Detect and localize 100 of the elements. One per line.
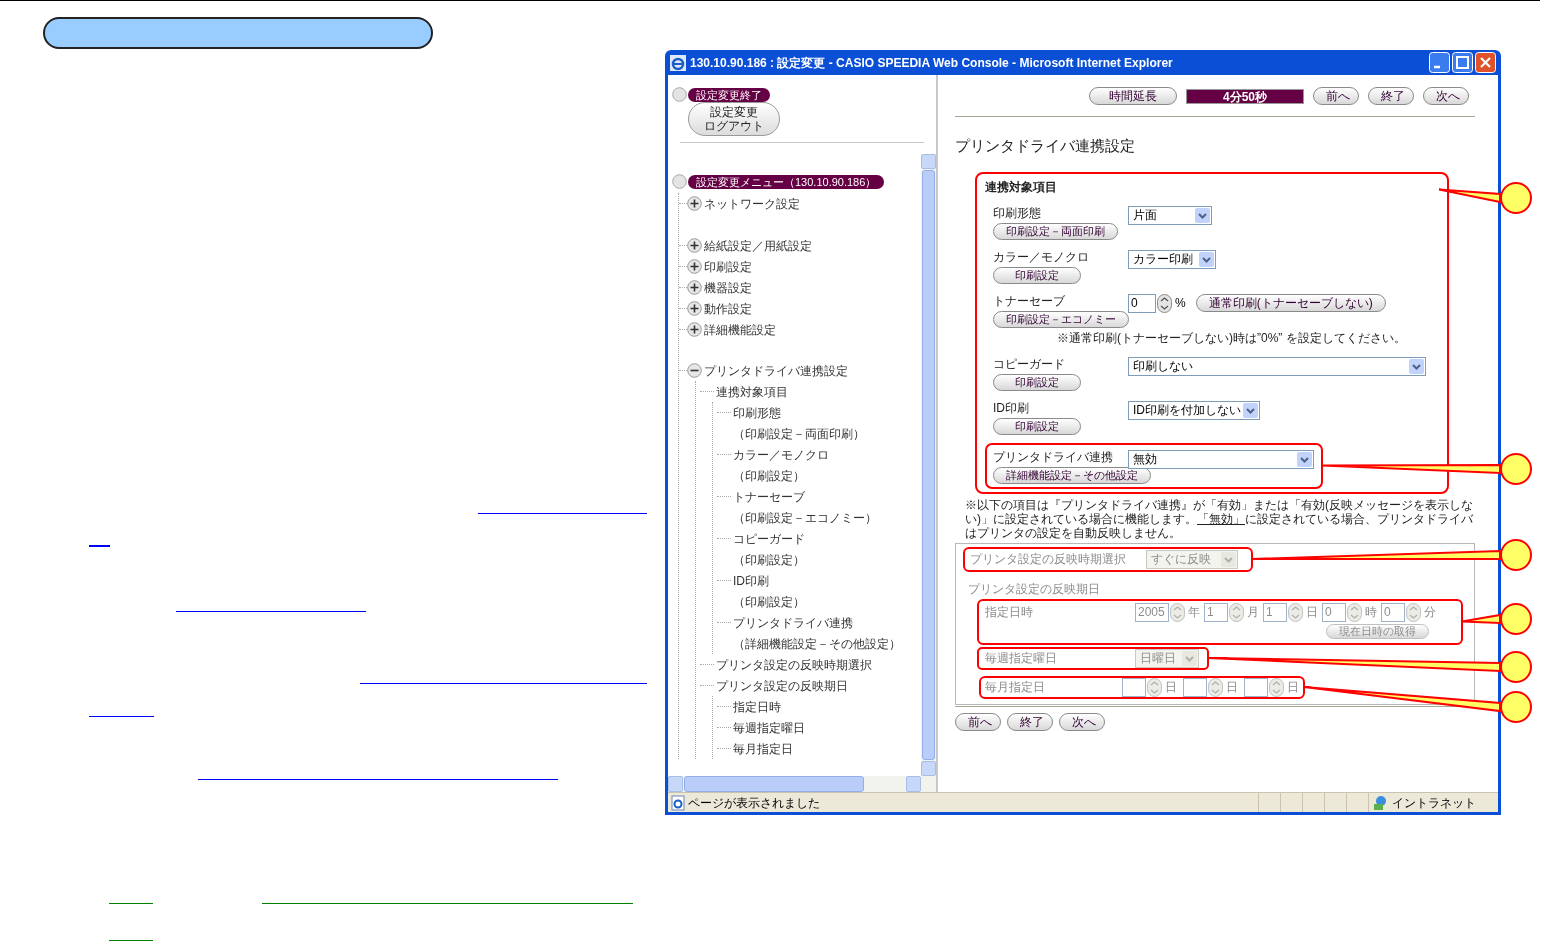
unit-label: %: [1175, 295, 1186, 312]
spin-buttons-icon[interactable]: [1157, 293, 1172, 313]
nav-button[interactable]: 前へ: [1313, 87, 1359, 105]
zone-label: イントラネット: [1392, 794, 1476, 812]
tree-item[interactable]: 給紙設定／用紙設定: [702, 236, 812, 255]
hint-text: ※通常印刷(トナーセーブしない)時は”0%” を設定してください。: [1057, 329, 1407, 347]
nav-button[interactable]: 次へ: [1423, 87, 1469, 105]
tree-item[interactable]: プリンタ設定の反映期日: [714, 676, 848, 695]
settings-link-button[interactable]: 印刷設定: [993, 417, 1081, 435]
unit-label: 日: [1226, 679, 1238, 696]
unit-label: 日: [1165, 679, 1177, 696]
logout-button[interactable]: 設定変更 ログアウト: [688, 102, 780, 136]
unit-label: 月: [1247, 604, 1259, 621]
page-heading: プリンタドライバ連携設定: [955, 136, 1136, 156]
plus-icon[interactable]: [687, 280, 702, 295]
plus-icon[interactable]: [687, 301, 702, 316]
link[interactable]: 「無効」: [1197, 511, 1245, 526]
setting-label: カラー／モノクロ: [993, 248, 1089, 266]
tree-item[interactable]: 詳細機能設定: [702, 320, 776, 339]
tree-item[interactable]: ID印刷: [731, 571, 769, 590]
nav-button[interactable]: 次へ: [1059, 712, 1105, 731]
nav-button[interactable]: 前へ: [955, 712, 1001, 731]
section-header: 設定変更終了: [688, 87, 770, 102]
tree-item-note[interactable]: （印刷設定－両面印刷）: [733, 424, 865, 443]
tree-item-note[interactable]: （印刷設定）: [733, 550, 805, 569]
settings-link-button[interactable]: 印刷設定: [993, 373, 1081, 391]
tree-item[interactable]: ネットワーク設定: [702, 194, 800, 213]
tree-item[interactable]: プリンタドライバ連携設定: [702, 361, 848, 380]
callout-marker: [1500, 603, 1532, 635]
tree-item-note[interactable]: （印刷設定）: [733, 592, 805, 611]
tree-item[interactable]: 毎週指定曜日: [731, 718, 805, 737]
settings-link-button[interactable]: 印刷設定－両面印刷: [993, 222, 1118, 240]
callout-marker: [1500, 453, 1532, 485]
setting-label: ID印刷: [993, 399, 1029, 417]
extend-time-button[interactable]: 時間延長: [1089, 87, 1177, 105]
dropdown[interactable]: 印刷しない: [1128, 356, 1426, 376]
tree-item-note[interactable]: （印刷設定－エコノミー）: [733, 508, 877, 527]
settings-link-button[interactable]: 印刷設定: [993, 266, 1081, 284]
unit-label: 時: [1365, 604, 1377, 621]
chevron-down-icon: [1409, 358, 1424, 374]
minimize-icon[interactable]: [1429, 52, 1450, 73]
normal-print-button[interactable]: 通常印刷(トナーセーブしない): [1195, 294, 1386, 312]
setting-label: トナーセーブ: [993, 292, 1065, 310]
tree-item[interactable]: 連携対象項目: [714, 382, 788, 401]
dropdown[interactable]: 片面: [1128, 205, 1212, 225]
maximize-icon[interactable]: [1452, 52, 1473, 73]
status-text: ページが表示されました: [688, 794, 821, 812]
chevron-down-icon: [1221, 551, 1236, 567]
chevron-down-icon: [1195, 207, 1210, 223]
callout-marker: [1500, 651, 1532, 683]
dropdown[interactable]: 無効: [1128, 449, 1314, 469]
tree-item[interactable]: トナーセーブ: [731, 487, 805, 506]
tree-item[interactable]: 機器設定: [702, 278, 752, 297]
network-icon: [1373, 794, 1389, 811]
chevron-down-icon: [1297, 451, 1312, 467]
setting-label: プリンタドライバ連携: [993, 448, 1113, 466]
note-text: ※以下の項目は『プリンタドライバ連携』が「有効」または「有効(反映メッセージを表示しない)」に設定されている場合に機能します。「無効」に設定されている場合、プリンタドライバはプリンタの設定を自動反映しません。: [964, 497, 1474, 540]
chevron-down-icon: [1243, 402, 1258, 418]
tree-item[interactable]: カラー／モノクロ: [731, 445, 829, 464]
nav-button[interactable]: 終了: [1007, 712, 1053, 731]
tree-item[interactable]: 印刷設定: [702, 257, 752, 276]
horizontal-scrollbar[interactable]: [668, 776, 936, 792]
tree-item-note[interactable]: （印刷設定）: [733, 466, 805, 485]
tree-item[interactable]: コピーガード: [731, 529, 805, 548]
window-title: 130.10.90.186 : 設定変更 - CASIO SPEEDIA Web Console - Microsoft Internet Explorer: [690, 54, 1174, 72]
tree-item-note[interactable]: （詳細機能設定－その他設定）: [733, 634, 901, 653]
tree-item[interactable]: プリンタ設定の反映時期選択: [714, 655, 872, 674]
callout-marker: [1500, 182, 1532, 214]
tree-item[interactable]: 印刷形態: [731, 403, 781, 422]
unit-label: 年: [1188, 604, 1200, 621]
setting-label: 指定日時: [985, 604, 1034, 621]
settings-link-button[interactable]: 詳細機能設定－その他設定: [993, 466, 1151, 484]
unit-label: 日: [1306, 604, 1318, 621]
tree-item[interactable]: 指定日時: [731, 697, 781, 716]
chevron-down-icon: [1199, 251, 1214, 267]
section-header: 設定変更メニュー（130.10.90.186）: [688, 174, 885, 189]
circle-icon: [672, 87, 687, 102]
page-icon: [670, 794, 686, 811]
setting-label: コピーガード: [993, 355, 1065, 373]
minus-icon[interactable]: [687, 363, 702, 378]
tree-item[interactable]: 毎月指定日: [731, 739, 793, 758]
setting-label: 毎週指定曜日: [985, 650, 1058, 667]
tree-item[interactable]: 動作設定: [702, 299, 752, 318]
tree-item[interactable]: プリンタドライバ連携: [731, 613, 853, 632]
plus-icon[interactable]: [687, 238, 702, 253]
plus-icon[interactable]: [687, 196, 702, 211]
close-icon[interactable]: [1475, 52, 1496, 73]
setting-label: プリンタ設定の反映時期選択: [970, 551, 1127, 568]
section-title: 連携対象項目: [985, 178, 1058, 196]
plus-icon[interactable]: [687, 259, 702, 274]
dropdown[interactable]: ID印刷を付加しない: [1128, 400, 1260, 420]
setting-label: 印刷形態: [993, 204, 1041, 222]
number-field[interactable]: 0: [1128, 293, 1156, 313]
unit-label: 日: [1287, 679, 1299, 696]
callout-marker: [1500, 539, 1532, 571]
dropdown[interactable]: カラー印刷: [1128, 249, 1216, 269]
plus-icon[interactable]: [687, 322, 702, 337]
settings-link-button[interactable]: 印刷設定－エコノミー: [993, 310, 1129, 328]
nav-button[interactable]: 終了: [1368, 87, 1414, 105]
vertical-scrollbar[interactable]: [921, 154, 936, 776]
